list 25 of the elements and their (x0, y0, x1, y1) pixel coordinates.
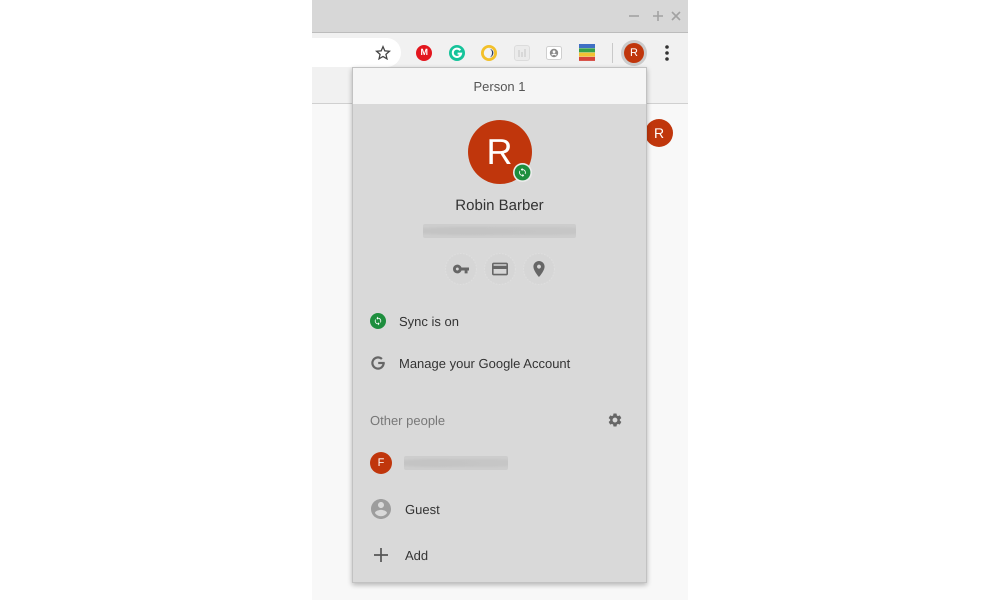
profile-avatar: R (468, 120, 532, 184)
ring-icon[interactable] (481, 44, 498, 60)
avatar[interactable]: R (645, 119, 673, 147)
menu-item[interactable]: Manage your Google Account (353, 342, 646, 384)
profile-button[interactable]: R (621, 40, 647, 66)
menu-item[interactable]: Sync is on (353, 300, 646, 342)
section-title: Other people (370, 412, 446, 428)
avatar: F (370, 452, 392, 474)
address-field[interactable] (312, 38, 401, 67)
star-icon[interactable] (375, 44, 391, 60)
profile-item[interactable]: F (353, 440, 646, 486)
sync-icon (512, 163, 532, 182)
contact-card-icon[interactable] (546, 44, 562, 60)
plus-icon (374, 548, 388, 562)
menu-title: Person 1 (473, 78, 526, 94)
profile-name: Robin Barber (455, 196, 544, 216)
guest-item[interactable]: Guest (353, 486, 646, 532)
settings-icon[interactable] (608, 413, 622, 427)
add-item[interactable]: Add (353, 532, 646, 578)
g-logo-icon (371, 356, 385, 370)
stripes-icon[interactable] (578, 44, 595, 61)
sync-icon (370, 313, 386, 329)
more-menu-icon[interactable] (665, 44, 669, 60)
extension-button[interactable]: M (416, 44, 432, 60)
circle-arrow-icon[interactable] (448, 44, 465, 60)
